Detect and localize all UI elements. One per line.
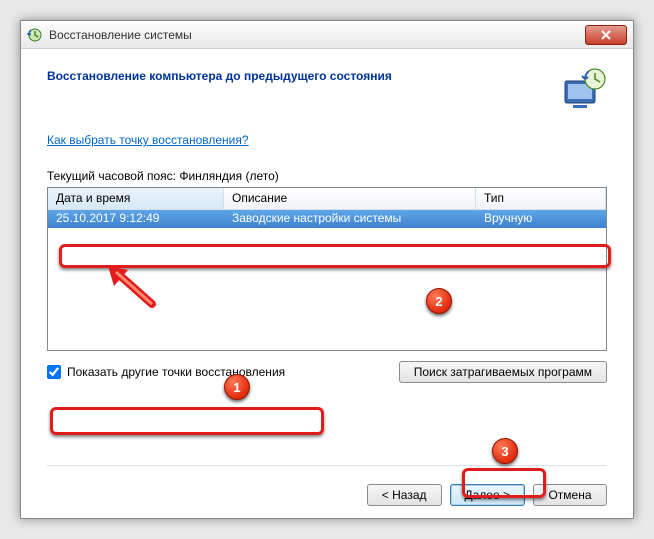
table-header: Дата и время Описание Тип [48,188,606,210]
content-area: Восстановление компьютера до предыдущего… [21,49,633,518]
col-datetime[interactable]: Дата и время [48,188,224,209]
restore-small-icon [27,27,43,43]
timezone-label: Текущий часовой пояс: Финляндия (лето) [47,169,607,183]
titlebar: Восстановление системы [21,21,633,49]
col-type[interactable]: Тип [476,188,606,209]
restore-points-table[interactable]: Дата и время Описание Тип 25.10.2017 9:1… [47,187,607,351]
cell-type: Вручную [476,210,606,228]
show-other-checkbox-wrap[interactable]: Показать другие точки восстановления [47,365,285,379]
window-title: Восстановление системы [49,28,585,42]
system-restore-window: Восстановление системы Восстановление ко… [20,20,634,519]
page-heading: Восстановление компьютера до предыдущего… [47,67,539,83]
close-button[interactable] [585,25,627,45]
table-row[interactable]: 25.10.2017 9:12:49 Заводские настройки с… [48,210,606,228]
affected-programs-button[interactable]: Поиск затрагиваемых программ [399,361,607,383]
next-button[interactable]: Далее > [450,484,526,506]
show-other-label: Показать другие точки восстановления [67,365,285,379]
cell-description: Заводские настройки системы [224,210,476,228]
help-link-choose-point[interactable]: Как выбрать точку восстановления? [47,133,607,147]
back-button[interactable]: < Назад [367,484,442,506]
below-table-row: Показать другие точки восстановления Пои… [47,361,607,383]
cell-datetime: 25.10.2017 9:12:49 [48,210,224,228]
page-header: Восстановление компьютера до предыдущего… [47,67,607,111]
wizard-footer: < Назад Далее > Отмена [47,465,607,506]
show-other-checkbox[interactable] [47,365,61,379]
restore-large-icon [559,67,607,111]
cancel-button[interactable]: Отмена [533,484,607,506]
close-icon [601,30,611,40]
col-description[interactable]: Описание [224,188,476,209]
